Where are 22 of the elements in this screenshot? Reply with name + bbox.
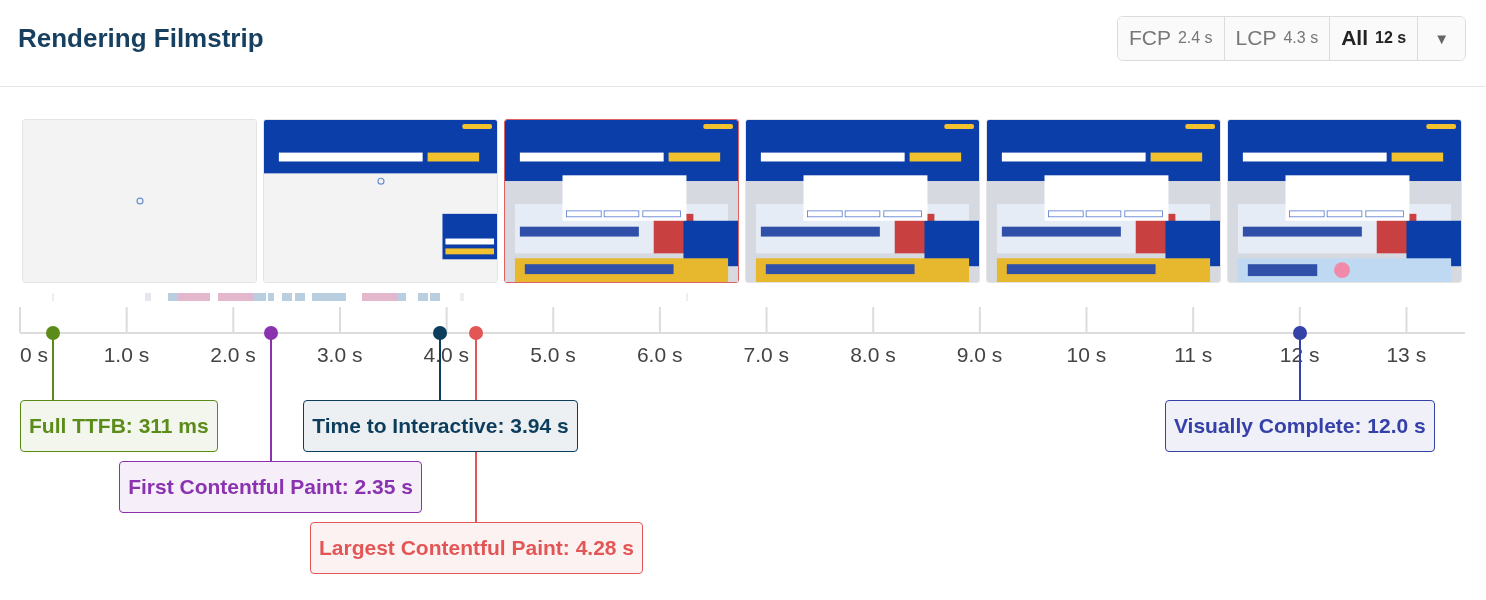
tick-label: 7.0 s <box>743 343 790 367</box>
tick-label: 9.0 s <box>956 343 1003 367</box>
tick-label: 1.0 s <box>103 343 150 367</box>
filter-tab[interactable]: FCP 2.4 s <box>1117 16 1225 60</box>
milestone-label: Time to Interactive: 3.94 s <box>303 400 578 452</box>
milestone-label: First Contentful Paint: 2.35 s <box>119 461 422 513</box>
tick-label: 5.0 s <box>530 343 576 367</box>
tick-label: 13 s <box>1386 343 1427 367</box>
milestone-label: Visually Complete: 12.0 s <box>1164 400 1435 452</box>
page-title: Rendering Filmstrip <box>18 22 264 54</box>
tick-label: 2.0 s <box>210 343 256 367</box>
filter-tab[interactable]: LCP 4.3 s <box>1224 16 1331 60</box>
milestone-label: Full TTFB: 311 ms <box>20 400 218 452</box>
filter-tab[interactable]: All 12 s <box>1330 16 1419 60</box>
dropdown-button[interactable]: ▼ <box>1418 16 1465 60</box>
tick-label: 8.0 s <box>850 343 896 367</box>
milestone-label: Largest Contentful Paint: 4.28 s <box>309 522 644 574</box>
tick-label: 3.0 s <box>316 343 363 367</box>
tick-label: 6.0 s <box>636 343 683 367</box>
tick-label: 11 s <box>1174 343 1213 367</box>
tick-label: 10 s <box>1066 343 1107 367</box>
tick-label: 0 s <box>20 343 48 367</box>
